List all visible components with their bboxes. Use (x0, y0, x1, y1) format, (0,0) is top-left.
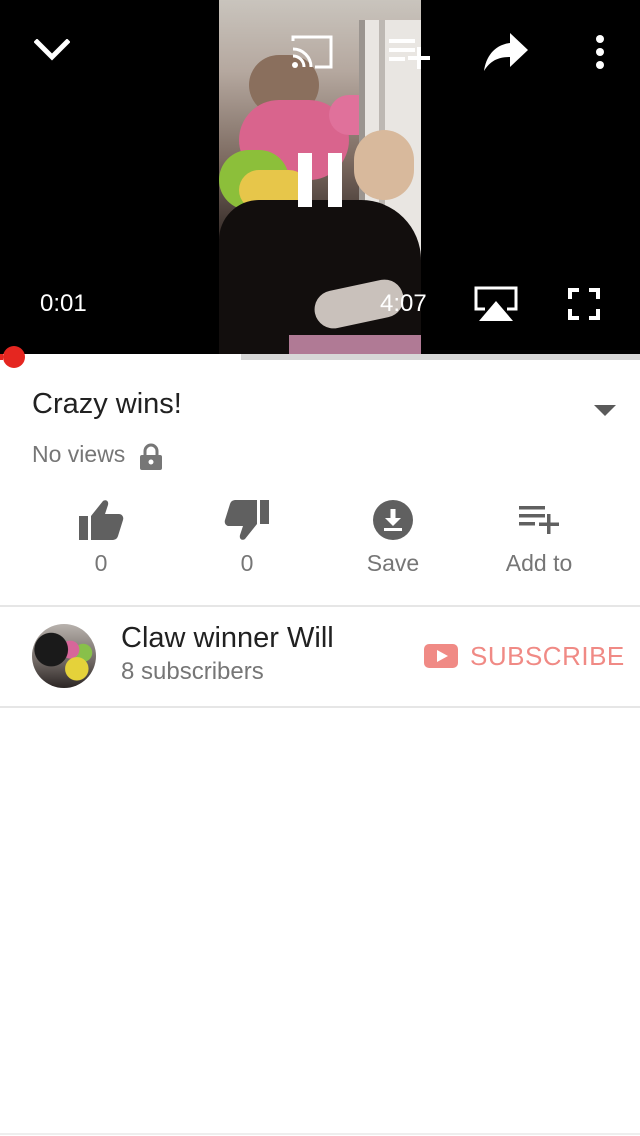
like-button[interactable]: 0 (28, 494, 174, 584)
lock-icon (139, 443, 163, 471)
playlist-add-icon (519, 506, 559, 534)
pause-button[interactable] (290, 148, 350, 212)
add-to-queue-button[interactable] (386, 34, 432, 70)
cast-button[interactable] (288, 32, 336, 72)
dislike-count: 0 (240, 550, 254, 576)
airplay-button[interactable] (472, 284, 520, 324)
divider (0, 605, 640, 607)
video-content-shape (354, 130, 414, 200)
more-vert-icon (596, 35, 604, 69)
dislike-button[interactable]: 0 (174, 494, 320, 584)
cast-icon (291, 35, 333, 69)
minimize-button[interactable] (30, 32, 74, 68)
subscriber-count: 8 subscribers (121, 658, 264, 685)
duration: 4:07 (380, 290, 427, 317)
action-row: 0 0 Save Add to (0, 494, 640, 584)
divider (0, 706, 640, 708)
share-icon (484, 33, 528, 71)
youtube-play-icon (424, 644, 458, 668)
video-content-shape (219, 200, 421, 356)
thumbs-up-icon (79, 500, 124, 540)
subscribe-button[interactable]: SUBSCRIBE (424, 638, 625, 674)
video-title: Crazy wins! (32, 388, 182, 420)
share-button[interactable] (480, 30, 532, 74)
channel-name[interactable]: Claw winner Will (121, 622, 334, 655)
add-to-label: Add to (505, 550, 573, 576)
more-options-button[interactable] (586, 32, 614, 72)
add-to-button[interactable]: Add to (466, 494, 612, 584)
airplay-icon (474, 286, 518, 321)
pause-icon (298, 153, 342, 207)
like-count: 0 (94, 550, 108, 576)
view-count: No views (32, 441, 126, 467)
thumbs-down-icon (224, 500, 269, 540)
channel-avatar[interactable] (32, 624, 96, 688)
subscribe-label: SUBSCRIBE (470, 640, 625, 671)
video-content-shape (289, 335, 421, 356)
save-label: Save (366, 550, 420, 576)
seek-bar[interactable] (0, 354, 640, 360)
chevron-down-icon (34, 39, 70, 61)
current-time: 0:01 (40, 290, 87, 317)
seek-thumb[interactable] (3, 346, 25, 368)
video-player[interactable]: 0:01 4:07 (0, 0, 640, 356)
save-button[interactable]: Save (320, 494, 466, 584)
buffered-progress (0, 354, 242, 360)
bottom-divider (0, 1133, 640, 1135)
download-icon (373, 500, 413, 540)
fullscreen-button[interactable] (566, 286, 602, 322)
caret-down-icon (594, 405, 616, 416)
expand-description-button[interactable] (592, 402, 618, 418)
add-to-queue-icon (389, 39, 430, 69)
fullscreen-icon (568, 288, 600, 320)
